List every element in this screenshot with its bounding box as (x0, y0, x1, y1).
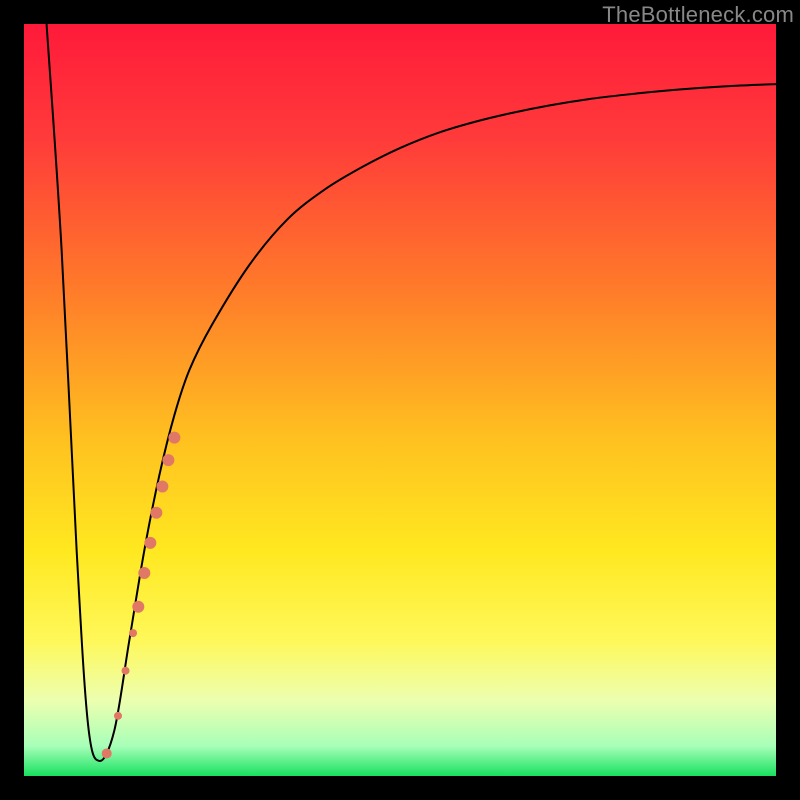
data-marker (102, 748, 112, 758)
chart-frame: TheBottleneck.com (0, 0, 800, 800)
bottleneck-chart (24, 24, 776, 776)
data-marker (156, 480, 168, 492)
data-marker (144, 537, 156, 549)
data-marker (129, 629, 137, 637)
data-marker (150, 507, 162, 519)
plot-area (24, 24, 776, 776)
watermark-text: TheBottleneck.com (602, 2, 794, 28)
data-marker (168, 432, 180, 444)
gradient-background (24, 24, 776, 776)
data-marker (138, 567, 150, 579)
data-marker (122, 667, 130, 675)
data-marker (162, 454, 174, 466)
data-marker (132, 601, 144, 613)
data-marker (114, 712, 122, 720)
